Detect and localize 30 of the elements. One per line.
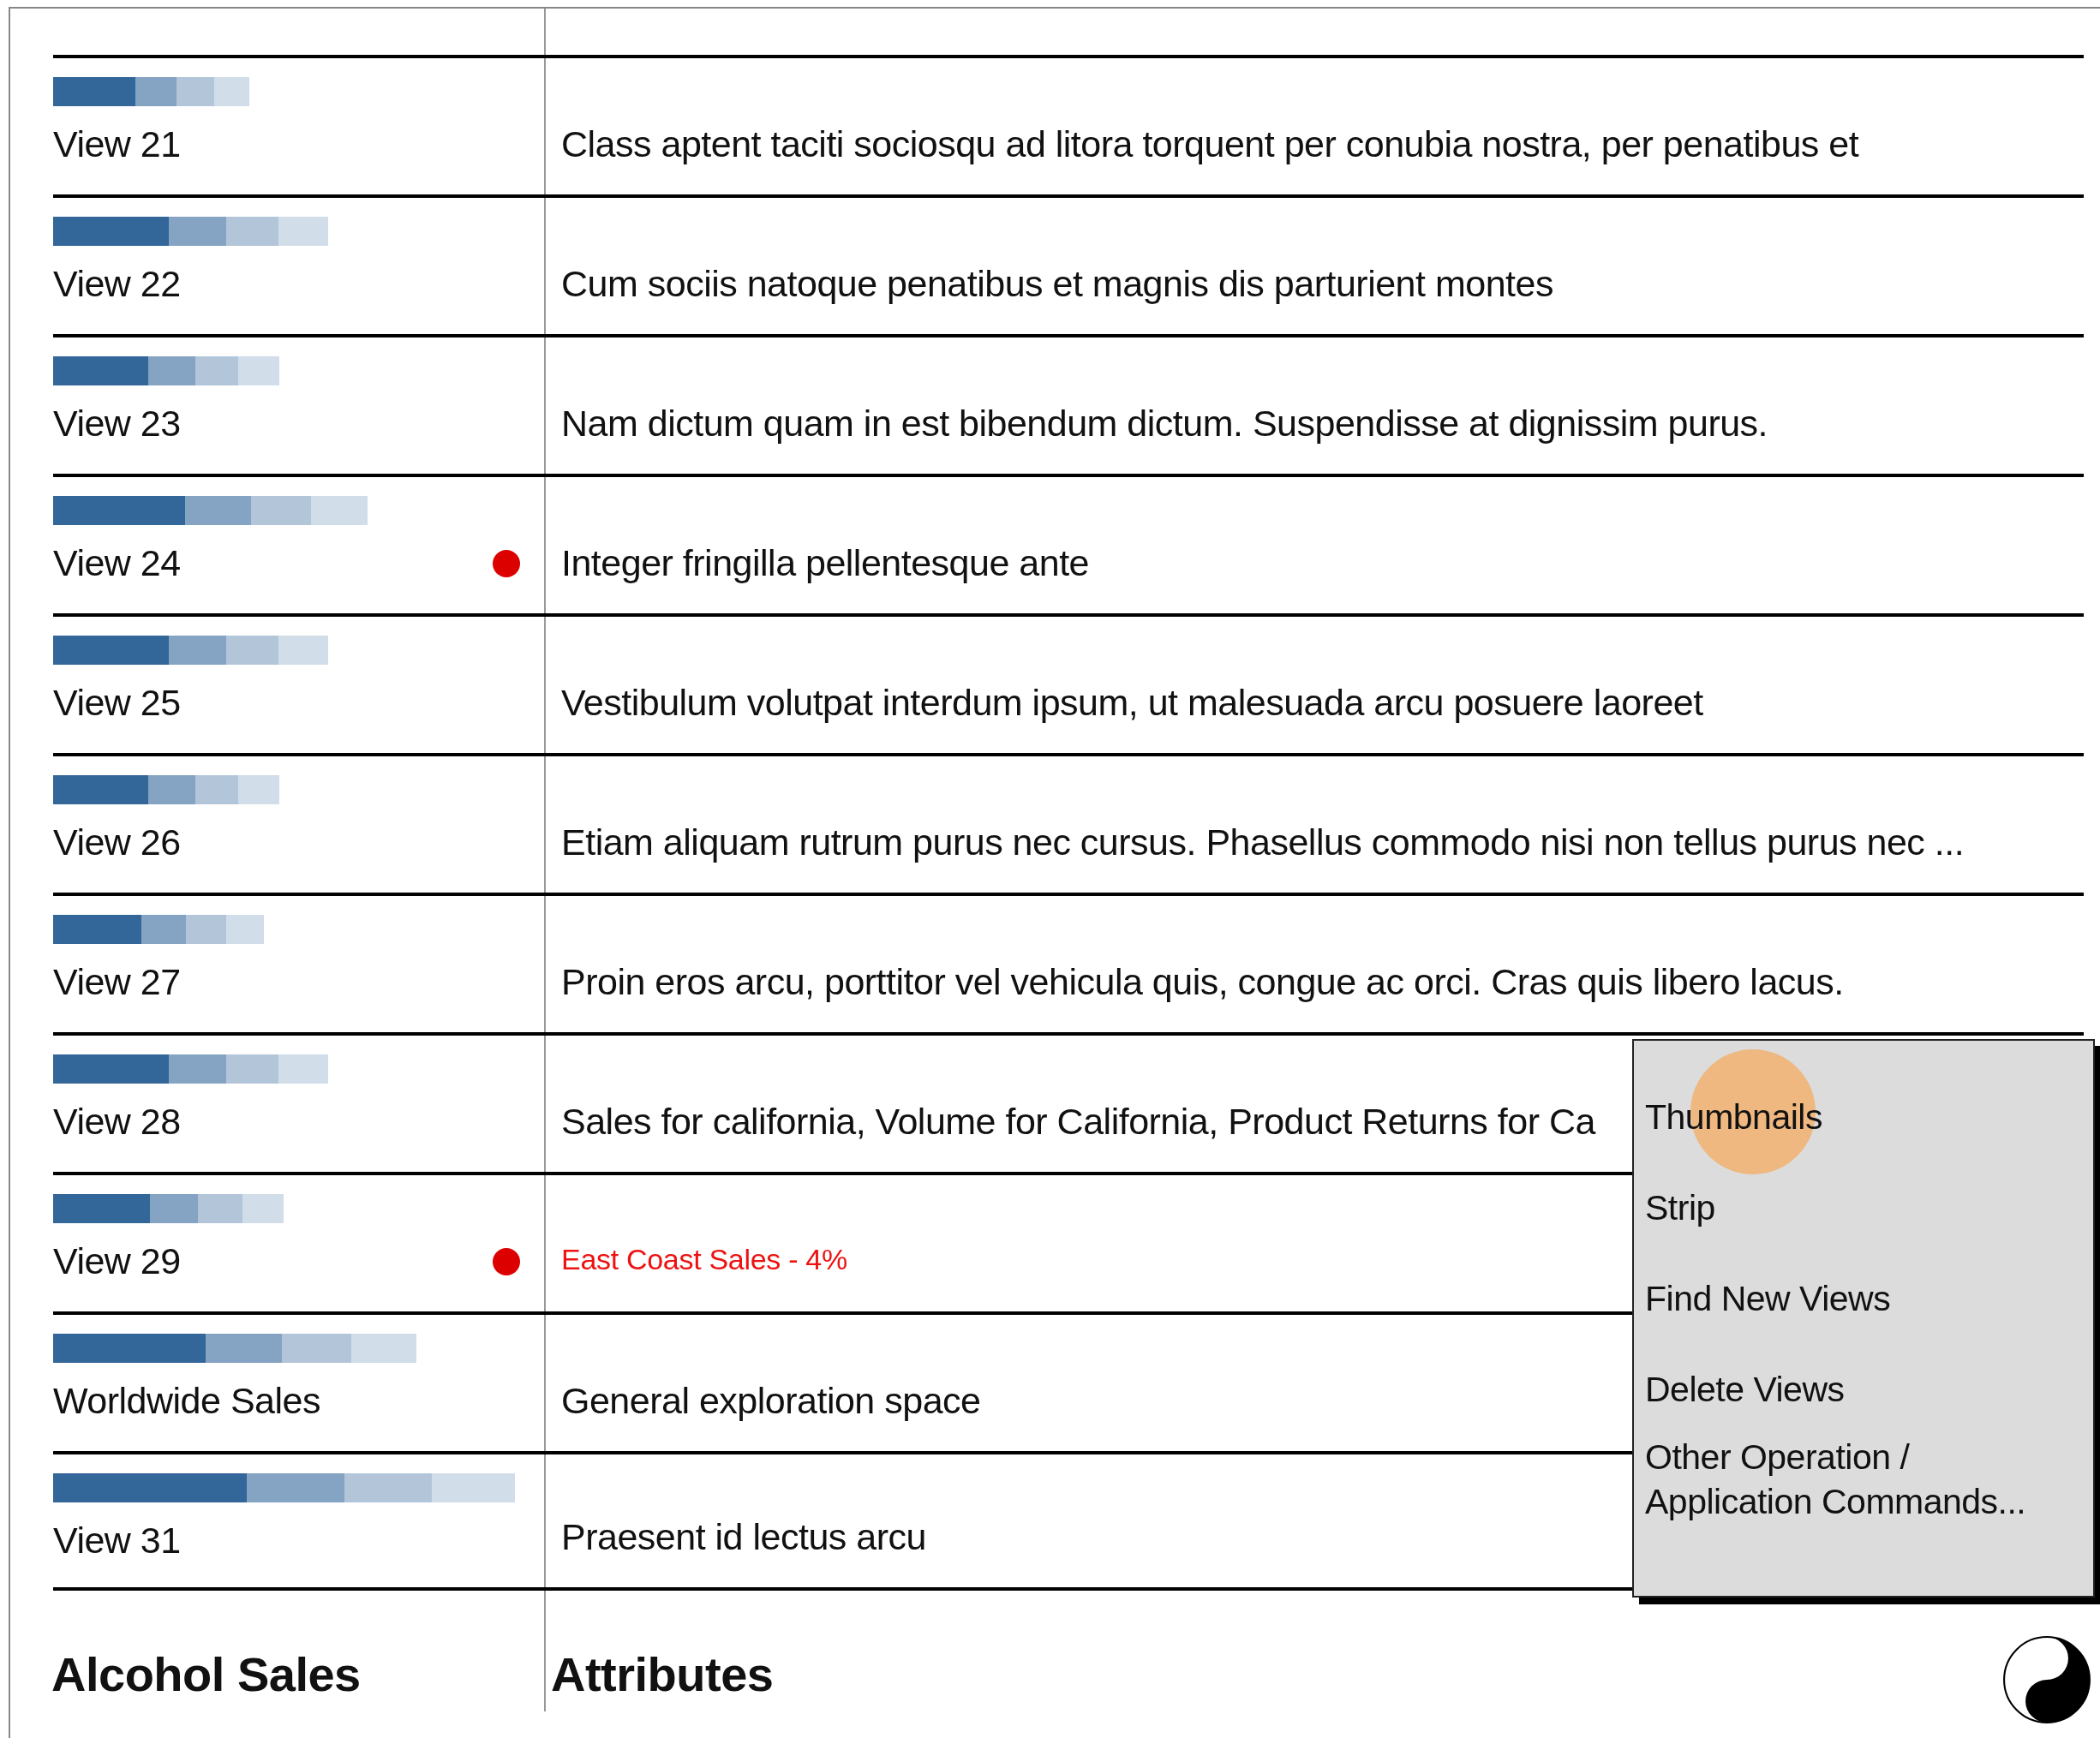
view-description: Etiam aliquam rutrum purus nec cursus. Phasellus commodo nisi non tellus purus nec ... (561, 821, 1965, 865)
view-description: Cum sociis natoque penatibus et magnis dis parturient montes (561, 262, 1553, 307)
view-name[interactable]: View 23 (53, 402, 181, 446)
view-description: Vestibulum volutpat interdum ipsum, ut malesuada arcu posuere laoreet (561, 681, 1703, 726)
view-name[interactable]: View 29 (53, 1239, 181, 1284)
view-name[interactable]: View 27 (53, 960, 181, 1005)
menu-item[interactable]: Thumbnails (1634, 1072, 2093, 1162)
view-name[interactable]: View 28 (53, 1100, 181, 1144)
section-heading: Attributes (551, 1646, 774, 1703)
menu-item[interactable]: Delete Views (1634, 1344, 2093, 1435)
view-name[interactable]: View 31 (53, 1519, 181, 1563)
alert-text: East Coast Sales - 4% (561, 1242, 847, 1278)
view-description: Sales for california, Volume for California, Product Returns for Ca (561, 1100, 1595, 1144)
menu-item[interactable]: Other Operation / Application Commands... (1634, 1435, 2093, 1524)
view-name[interactable]: Worldwide Sales (53, 1379, 320, 1424)
view-name[interactable]: View 26 (53, 821, 181, 865)
menu-item[interactable]: Strip (1634, 1162, 2093, 1253)
view-description: General exploration space (561, 1379, 981, 1424)
view-name[interactable]: View 25 (53, 681, 181, 726)
view-description: Nam dictum quam in est bibendum dictum. Suspendisse at dignissim purus. (561, 402, 1768, 446)
view-name[interactable]: View 21 (53, 122, 181, 167)
view-description: Proin eros arcu, porttitor vel vehicula quis, congue ac orci. Cras quis libero lacus. (561, 960, 1844, 1005)
view-description: Integer fringilla pellentesque ante (561, 541, 1089, 586)
menu-item[interactable]: Find New Views (1634, 1253, 2093, 1344)
view-name[interactable]: View 24 (53, 541, 181, 586)
view-description: Class aptent taciti sociosqu ad litora torquent per conubia nostra, per penatibus et (561, 122, 1859, 167)
view-name[interactable]: View 22 (53, 262, 181, 307)
view-description: Praesent id lectus arcu (561, 1515, 926, 1560)
section-heading: Alcohol Sales (51, 1646, 361, 1703)
yin-yang-icon[interactable] (2002, 1634, 2091, 1725)
